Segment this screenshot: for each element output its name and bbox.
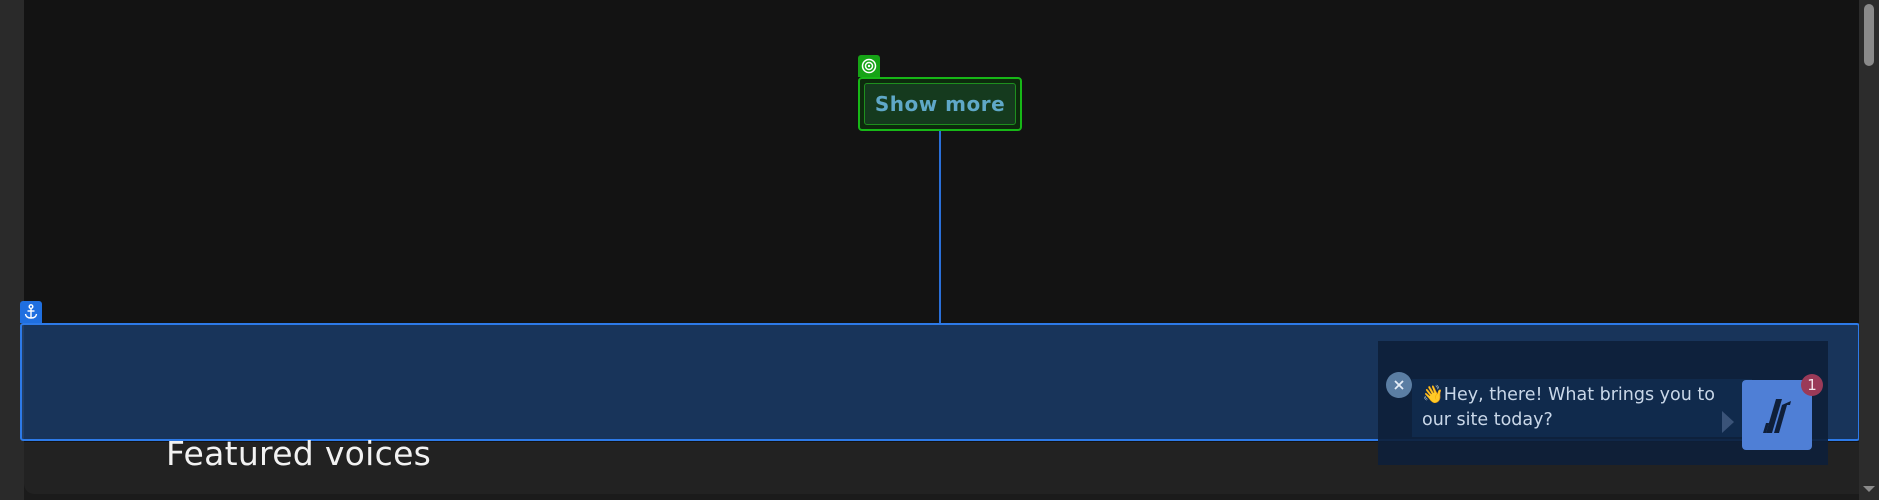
close-icon[interactable] <box>1386 372 1412 398</box>
target-icon <box>858 55 880 77</box>
chat-greeting-text: Hey, there! What brings you to our site … <box>1422 385 1715 430</box>
featured-voices-heading: Featured voices <box>166 434 432 473</box>
scrollbar-thumb[interactable] <box>1864 4 1874 66</box>
show-more-highlight: Show more <box>858 77 1022 131</box>
chat-bubble-pointer <box>1722 411 1734 433</box>
anchor-icon <box>20 301 42 323</box>
waving-hand-icon: 👋 <box>1422 385 1444 405</box>
chat-widget: 👋Hey, there! What brings you to our site… <box>1378 341 1828 465</box>
scroll-down-arrow-icon[interactable] <box>1863 486 1875 492</box>
notification-badge: 1 <box>1801 374 1823 396</box>
brand-logo-icon <box>1763 399 1791 433</box>
vertical-scrollbar[interactable] <box>1859 0 1879 500</box>
show-more-button[interactable]: Show more <box>864 83 1016 125</box>
overlay-connector-line <box>939 131 941 324</box>
chat-greeting-message[interactable]: 👋Hey, there! What brings you to our site… <box>1412 379 1752 437</box>
